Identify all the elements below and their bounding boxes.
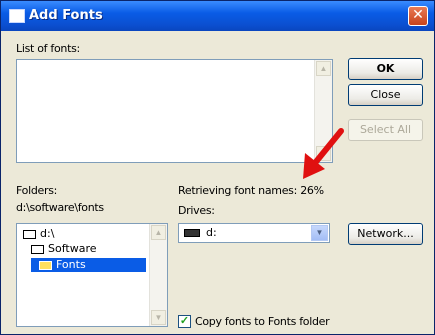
scroll-up-icon[interactable]: ▲ — [151, 225, 166, 240]
ok-button[interactable]: OK — [348, 58, 423, 80]
add-fonts-dialog: Add Fonts ✕ List of fonts: ▲ ▼ OK Close … — [0, 0, 435, 335]
current-path: d:\software\fonts — [16, 201, 104, 214]
scroll-down-icon[interactable]: ▼ — [151, 310, 166, 325]
fonts-listbox[interactable]: ▲ ▼ — [16, 59, 333, 163]
folders-tree[interactable]: d:\ Software Fonts ▲ ▼ — [16, 223, 168, 327]
window-icon — [9, 9, 25, 23]
folders-label: Folders: — [16, 184, 58, 197]
tree-item-label: d:\ — [40, 227, 55, 240]
retrieving-status: Retrieving font names: 26% — [178, 184, 324, 197]
title-bar[interactable]: Add Fonts ✕ — [1, 1, 434, 31]
select-all-button[interactable]: Select All — [348, 119, 423, 141]
list-of-fonts-label: List of fonts: — [16, 42, 80, 55]
open-folder-icon — [23, 229, 36, 239]
copy-fonts-label[interactable]: Copy fonts to Fonts folder — [195, 315, 330, 328]
tree-item-software[interactable]: Software — [31, 242, 97, 256]
scroll-up-icon[interactable]: ▲ — [316, 61, 331, 76]
red-arrow-icon — [303, 128, 344, 179]
chevron-down-icon[interactable]: ▼ — [311, 225, 328, 241]
tree-item-label: Fonts — [56, 258, 86, 271]
close-window-button[interactable]: ✕ — [408, 6, 428, 26]
folders-scrollbar[interactable]: ▲ ▼ — [149, 224, 167, 326]
tree-item-fonts[interactable]: Fonts — [31, 258, 146, 272]
open-folder-icon — [39, 260, 52, 270]
drives-dropdown[interactable]: d: ▼ — [178, 223, 330, 243]
drives-label: Drives: — [178, 204, 215, 217]
tree-item-d-drive[interactable]: d:\ — [23, 227, 54, 241]
drive-icon — [184, 229, 200, 237]
window-title: Add Fonts — [29, 8, 103, 23]
close-button[interactable]: Close — [348, 84, 423, 106]
copy-fonts-checkbox[interactable]: ✓ — [178, 315, 191, 328]
drives-selected: d: — [206, 226, 217, 239]
open-folder-icon — [31, 244, 44, 254]
tree-item-label: Software — [48, 242, 97, 255]
network-button[interactable]: Network... — [348, 223, 423, 245]
